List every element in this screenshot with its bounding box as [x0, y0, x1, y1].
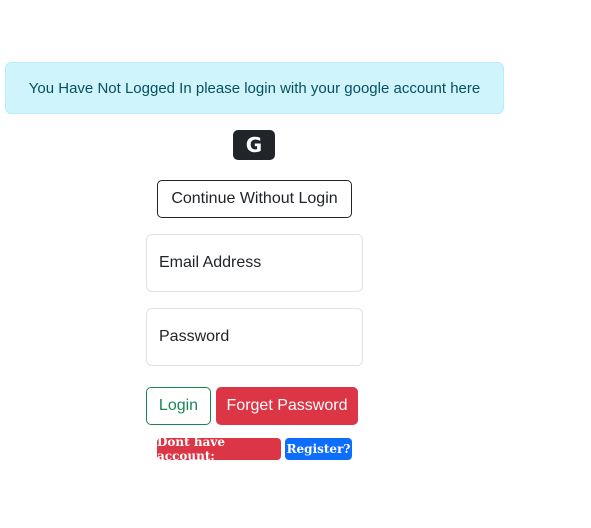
email-placeholder: Email Address	[159, 254, 262, 271]
google-icon: G	[245, 133, 263, 157]
forget-password-button[interactable]: Forget Password	[216, 387, 358, 425]
login-label: Login	[158, 397, 199, 414]
login-button[interactable]: Login	[146, 387, 211, 425]
continue-without-login-label: Continue Without Login	[171, 190, 338, 207]
login-alert: You Have Not Logged In please login with…	[5, 62, 504, 114]
continue-without-login-button[interactable]: Continue Without Login	[157, 180, 352, 218]
email-field[interactable]: Email Address	[146, 234, 363, 292]
no-account-text: Dont have account:	[157, 435, 225, 463]
google-login-button[interactable]: G	[233, 130, 275, 160]
register-label: Register?	[286, 442, 351, 456]
password-field[interactable]: Password	[146, 308, 363, 366]
forget-password-label: Forget Password	[226, 397, 348, 414]
no-account-badge: Dont have account:	[157, 435, 281, 463]
login-page: You Have Not Logged In please login with…	[0, 0, 591, 528]
register-button[interactable]: Register?	[285, 438, 352, 460]
password-placeholder: Password	[159, 328, 230, 345]
alert-text: You Have Not Logged In please login with…	[28, 79, 481, 97]
